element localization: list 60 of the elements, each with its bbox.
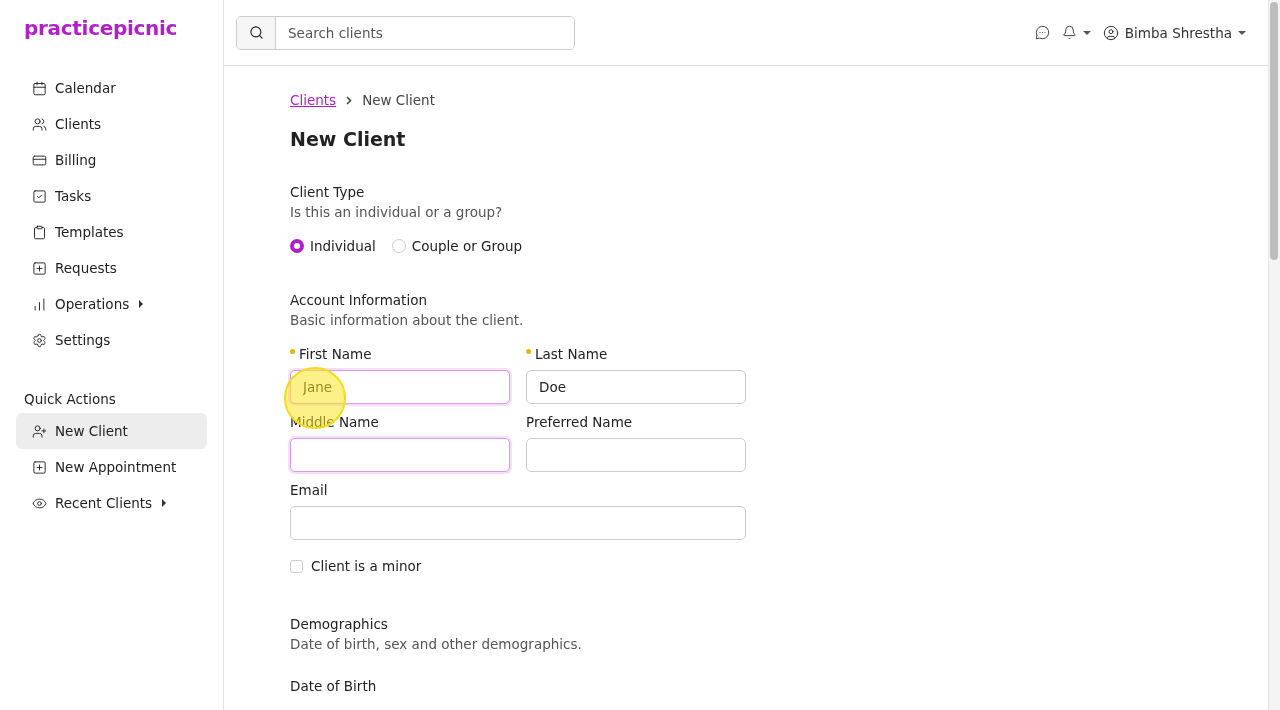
breadcrumb-current: New Client bbox=[362, 92, 435, 108]
quick-action-item[interactable]: Recent Clients bbox=[16, 485, 207, 521]
section-title: Client Type bbox=[290, 184, 366, 200]
nav-item[interactable]: Calendar bbox=[16, 70, 207, 106]
nav-item[interactable]: Billing bbox=[16, 142, 207, 178]
checkbox-label: Client is a minor bbox=[311, 558, 422, 574]
bar-chart-icon bbox=[32, 296, 47, 312]
section-subtitle: Basic information about the client. bbox=[290, 312, 525, 328]
field-label: First Name bbox=[299, 346, 372, 362]
checkbox-icon bbox=[32, 188, 47, 204]
plus-square-icon bbox=[32, 260, 47, 276]
section-title: Demographics bbox=[290, 616, 389, 632]
user-icon bbox=[1102, 24, 1119, 41]
quick-action-item[interactable]: New Appointment bbox=[16, 449, 207, 485]
section-subtitle: Date of birth, sex and other demographics. bbox=[290, 636, 583, 652]
bell-icon bbox=[1061, 25, 1077, 40]
caret-icon bbox=[162, 499, 167, 507]
nav-item[interactable]: Templates bbox=[16, 214, 207, 250]
chat-icon[interactable] bbox=[1034, 25, 1050, 40]
input-field[interactable]: Doe bbox=[526, 370, 746, 404]
search-icon[interactable] bbox=[248, 25, 264, 40]
radio-label: Individual bbox=[310, 238, 376, 254]
nav-item[interactable]: Settings bbox=[16, 322, 207, 358]
nav-item[interactable]: Tasks bbox=[16, 178, 207, 214]
chevron-icon bbox=[346, 95, 353, 105]
plus-square-icon bbox=[32, 459, 47, 475]
field-label: Last Name bbox=[535, 346, 608, 362]
input-field[interactable] bbox=[290, 438, 510, 472]
nav-item[interactable]: Requests bbox=[16, 250, 207, 286]
field-label: Preferred Name bbox=[526, 414, 633, 430]
eye-icon bbox=[32, 495, 47, 511]
radio-label: Couple or Group bbox=[411, 238, 523, 254]
checkbox[interactable] bbox=[290, 559, 303, 573]
field-label: Date of Birth bbox=[290, 678, 378, 694]
field-label: Email bbox=[290, 482, 328, 498]
notifications-button[interactable] bbox=[1061, 25, 1091, 40]
card-icon bbox=[32, 152, 47, 168]
people-icon bbox=[32, 116, 47, 132]
radio-button[interactable] bbox=[290, 239, 304, 253]
nav-item[interactable]: Operations bbox=[16, 286, 207, 322]
input-field[interactable] bbox=[290, 506, 746, 540]
logo: practicepicnic bbox=[23, 16, 179, 40]
section-subtitle: Is this an individual or a group? bbox=[290, 204, 504, 220]
caret-icon bbox=[139, 300, 144, 308]
user-plus-icon bbox=[32, 423, 47, 439]
nav-item[interactable]: Clients bbox=[16, 106, 207, 142]
scrollbar[interactable] bbox=[1268, 0, 1280, 710]
search-field[interactable]: Search clients bbox=[236, 15, 575, 50]
required-icon bbox=[526, 349, 531, 354]
input-field[interactable] bbox=[526, 438, 746, 472]
breadcrumb-link[interactable]: Clients bbox=[290, 92, 337, 108]
section-title: Account Information bbox=[290, 292, 428, 308]
quick-action-item[interactable]: New Client bbox=[16, 413, 207, 449]
section-title: Quick Actions bbox=[24, 391, 117, 407]
required-icon bbox=[290, 349, 295, 354]
page-title: New Client bbox=[290, 128, 407, 150]
gear-icon bbox=[32, 332, 47, 348]
clipboard-icon bbox=[32, 224, 47, 240]
calendar-icon bbox=[32, 80, 47, 96]
user-menu-button[interactable]: Bimba Shrestha bbox=[1102, 24, 1246, 41]
